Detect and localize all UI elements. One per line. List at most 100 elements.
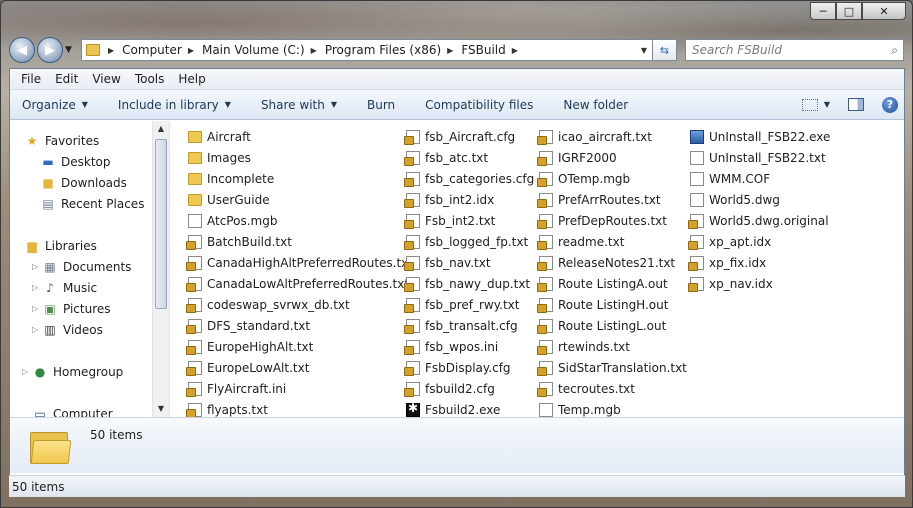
chevron-down-icon[interactable]: ▼ (824, 100, 830, 109)
file-item[interactable]: Route ListingH.out (537, 295, 668, 314)
file-item[interactable]: UserGuide (188, 190, 270, 209)
file-item[interactable]: SidStarTranslation.txt (537, 358, 687, 377)
menu-tools[interactable]: Tools (128, 72, 172, 86)
nav-homegroup[interactable]: ▷ ● Homegroup (22, 362, 123, 381)
breadcrumb-computer[interactable]: Computer (122, 43, 182, 57)
menu-view[interactable]: View (85, 72, 127, 86)
file-item[interactable]: Incomplete (188, 169, 274, 188)
breadcrumb-main-volume[interactable]: Main Volume (C:) (202, 43, 305, 57)
file-item[interactable]: CanadaHighAltPreferredRoutes.txt (186, 253, 413, 272)
file-item[interactable]: Route ListingL.out (537, 316, 666, 335)
compatibility-files-button[interactable]: Compatibility files (425, 98, 533, 112)
nav-music[interactable]: ▷ ♪ Music (32, 278, 97, 297)
menu-edit[interactable]: Edit (48, 72, 85, 86)
expand-arrow-icon[interactable]: ▷ (32, 262, 42, 271)
maximize-button[interactable]: □ (836, 2, 862, 20)
recent-pages-dropdown[interactable]: ▼ (65, 45, 77, 55)
file-item[interactable]: World5.dwg.original (688, 211, 829, 230)
close-button[interactable]: ✕ (862, 2, 906, 20)
address-dropdown[interactable]: ▼ (636, 46, 652, 55)
new-folder-button[interactable]: New folder (563, 98, 628, 112)
burn-button[interactable]: Burn (367, 98, 395, 112)
expand-arrow-icon[interactable]: ▷ (32, 325, 42, 334)
nav-favorites[interactable]: ★ Favorites (14, 131, 100, 150)
file-item[interactable]: Images (188, 148, 251, 167)
chevron-right-icon[interactable]: ▶ (108, 46, 114, 55)
file-item[interactable]: IGRF2000 (537, 148, 617, 167)
search-input[interactable]: Search FSBuild ⌕ (685, 39, 904, 61)
file-item[interactable]: xp_apt.idx (688, 232, 771, 251)
file-item[interactable]: fsb_nav.txt (404, 253, 491, 272)
file-item[interactable]: fsb_transalt.cfg (404, 316, 518, 335)
file-item[interactable]: fsb_nawy_dup.txt (404, 274, 530, 293)
file-item[interactable]: fsbuild2.cfg (404, 379, 495, 398)
view-options-icon[interactable] (801, 98, 818, 111)
chevron-right-icon[interactable]: ▶ (447, 46, 453, 55)
nav-computer[interactable]: ▭ Computer (22, 404, 112, 418)
file-item[interactable]: UnInstall_FSB22.txt (690, 148, 826, 167)
file-item[interactable]: fsb_pref_rwy.txt (404, 295, 519, 314)
nav-documents[interactable]: ▷ ▦ Documents (32, 257, 131, 276)
file-item[interactable]: DFS_standard.txt (186, 316, 310, 335)
file-item[interactable]: EuropeHighAlt.txt (186, 337, 313, 356)
file-item[interactable]: FlyAircraft.ini (186, 379, 286, 398)
file-item[interactable]: CanadaLowAltPreferredRoutes.txt (186, 274, 409, 293)
file-item[interactable]: PrefArrRoutes.txt (537, 190, 661, 209)
file-item[interactable]: fsb_Aircraft.cfg (404, 127, 515, 146)
nav-desktop[interactable]: ▬ Desktop (40, 152, 110, 171)
file-item[interactable]: PrefDepRoutes.txt (537, 211, 667, 230)
file-item[interactable]: BatchBuild.txt (186, 232, 292, 251)
file-item[interactable]: fsb_categories.cfg (404, 169, 534, 188)
refresh-button[interactable]: ⇆ (653, 39, 677, 61)
file-item[interactable]: FsbDisplay.cfg (404, 358, 511, 377)
nav-videos[interactable]: ▷ ▥ Videos (32, 320, 103, 339)
file-item[interactable]: WMM.COF (690, 169, 770, 188)
file-item[interactable]: ReleaseNotes21.txt (537, 253, 675, 272)
file-item[interactable]: Route ListingA.out (537, 274, 668, 293)
file-item[interactable]: codeswap_svrwx_db.txt (186, 295, 350, 314)
chevron-right-icon[interactable]: ▶ (188, 46, 194, 55)
scrollbar-thumb[interactable] (155, 139, 167, 309)
search-icon[interactable]: ⌕ (891, 43, 898, 58)
file-item[interactable]: AtcPos.mgb (188, 211, 277, 230)
file-item[interactable]: OTemp.mgb (537, 169, 630, 188)
file-item[interactable]: EuropeLowAlt.txt (186, 358, 309, 377)
file-item[interactable]: icao_aircraft.txt (537, 127, 652, 146)
navpane-scrollbar[interactable]: ▲ ▼ (152, 121, 169, 417)
expand-arrow-icon[interactable]: ▷ (22, 367, 32, 376)
chevron-right-icon[interactable]: ▶ (311, 46, 317, 55)
expand-arrow-icon[interactable]: ▷ (32, 283, 42, 292)
nav-downloads[interactable]: ■ Downloads (40, 173, 127, 192)
file-item[interactable]: Fsb_int2.txt (404, 211, 495, 230)
file-item[interactable]: UnInstall_FSB22.exe (690, 127, 830, 146)
file-item[interactable]: xp_nav.idx (688, 274, 773, 293)
file-item[interactable]: World5.dwg (690, 190, 780, 209)
help-icon[interactable]: ? (882, 96, 898, 113)
file-item[interactable]: fsb_atc.txt (404, 148, 488, 167)
breadcrumb-program-files[interactable]: Program Files (x86) (325, 43, 441, 57)
file-item[interactable]: readme.txt (537, 232, 624, 251)
menu-help[interactable]: Help (171, 72, 212, 86)
file-item[interactable]: rtewinds.txt (537, 337, 630, 356)
file-item[interactable]: xp_fix.idx (688, 253, 766, 272)
forward-button[interactable]: ▶ (37, 37, 63, 63)
file-item[interactable]: fsb_wpos.ini (404, 337, 498, 356)
minimize-button[interactable]: ─ (810, 2, 836, 20)
breadcrumb-fsbuild[interactable]: FSBuild (461, 43, 505, 57)
nav-pictures[interactable]: ▷ ▣ Pictures (32, 299, 111, 318)
file-item[interactable]: tecroutes.txt (537, 379, 635, 398)
file-item[interactable]: fsb_int2.idx (404, 190, 494, 209)
scroll-down-icon[interactable]: ▼ (153, 401, 169, 417)
menu-file[interactable]: File (14, 72, 48, 86)
file-item[interactable]: Aircraft (188, 127, 251, 146)
scroll-up-icon[interactable]: ▲ (153, 121, 169, 137)
nav-libraries[interactable]: ▆ Libraries (14, 236, 96, 255)
chevron-right-icon[interactable]: ▶ (512, 46, 518, 55)
address-bar[interactable]: ▶ Computer ▶ Main Volume (C:) ▶ Program … (81, 39, 653, 61)
nav-recent-places[interactable]: ▤ Recent Places (40, 194, 144, 213)
organize-button[interactable]: Organize ▼ (22, 98, 88, 112)
file-item[interactable]: fsb_logged_fp.txt (404, 232, 528, 251)
include-in-library-button[interactable]: Include in library ▼ (118, 98, 231, 112)
share-with-button[interactable]: Share with ▼ (261, 98, 337, 112)
back-button[interactable]: ◀ (9, 37, 35, 63)
